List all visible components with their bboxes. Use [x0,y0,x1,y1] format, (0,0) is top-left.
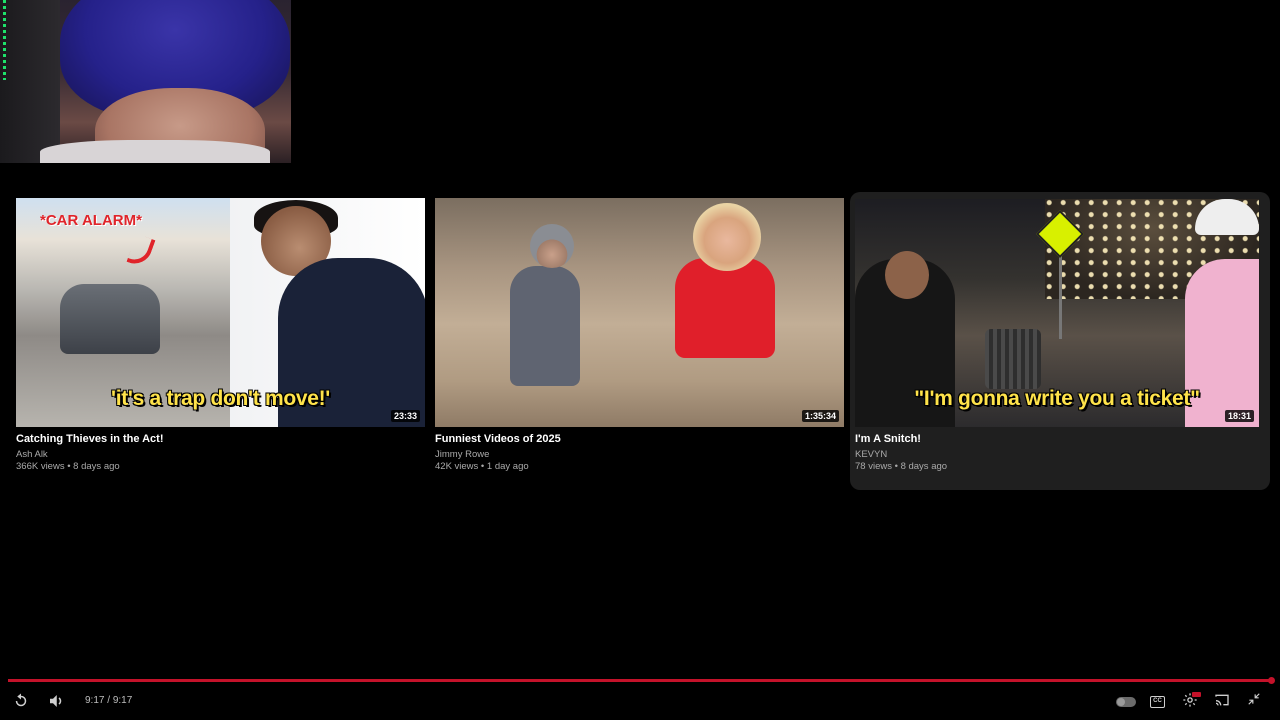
video-title[interactable]: Catching Thieves in the Act! [16,432,425,446]
webcam-overlay [0,0,291,163]
video-player[interactable]: *CAR ALARM* 'it's a trap don't move!' 23… [0,0,1280,720]
thumbnail-caption: 'it's a trap don't move!' [111,387,330,410]
cast-icon[interactable] [1212,692,1232,712]
video-stats: 42K views • 1 day ago [435,461,529,472]
led-strip [3,0,6,80]
arrow-graphic [126,233,156,269]
thumbnail-caption: "I'm gonna write you a ticket" [914,387,1200,410]
progress-scrubber[interactable] [1268,677,1275,684]
end-screen-grid: *CAR ALARM* 'it's a trap don't move!' 23… [16,192,1270,490]
channel-name: Ash Alk [16,449,48,460]
duration-badge: 18:31 [1224,410,1254,422]
time-display: 9:17 / 9:17 [85,695,132,706]
captions-icon[interactable]: CC [1150,696,1165,708]
time-separator: / [104,695,113,706]
time-total: 9:17 [112,695,133,706]
replay-icon[interactable] [11,692,31,712]
channel-name: KEVYN [855,449,888,460]
exit-fullscreen-icon[interactable] [1244,692,1264,712]
thumbnail-tag: *CAR ALARM* [40,212,142,229]
channel-name: Jimmy Rowe [435,449,490,460]
video-title[interactable]: I'm A Snitch! [855,432,1264,446]
autoplay-toggle[interactable] [1116,697,1136,707]
end-screen-video-card[interactable]: 1:35:34 Funniest Videos of 2025 Jimmy Ro… [435,198,844,473]
volume-icon[interactable] [46,692,66,712]
time-current: 9:17 [85,695,105,706]
progress-bar[interactable] [8,679,1272,682]
hd-badge [1192,692,1201,697]
video-thumbnail[interactable]: *CAR ALARM* 'it's a trap don't move!' 23… [16,198,425,427]
end-screen-video-card[interactable]: "I'm gonna write you a ticket" 18:31 I'm… [855,198,1264,473]
duration-badge: 1:35:34 [801,410,839,422]
video-stats: 78 views • 8 days ago [855,461,948,472]
video-thumbnail[interactable]: "I'm gonna write you a ticket" 18:31 [855,199,1259,427]
player-controls: 9:17 / 9:17 CC [0,688,1280,716]
video-thumbnail[interactable]: 1:35:34 [435,198,844,427]
duration-badge: 23:33 [390,410,420,422]
video-stats: 366K views • 8 days ago [16,461,120,472]
end-screen-video-card[interactable]: *CAR ALARM* 'it's a trap don't move!' 23… [16,198,425,473]
video-title[interactable]: Funniest Videos of 2025 [435,432,844,446]
